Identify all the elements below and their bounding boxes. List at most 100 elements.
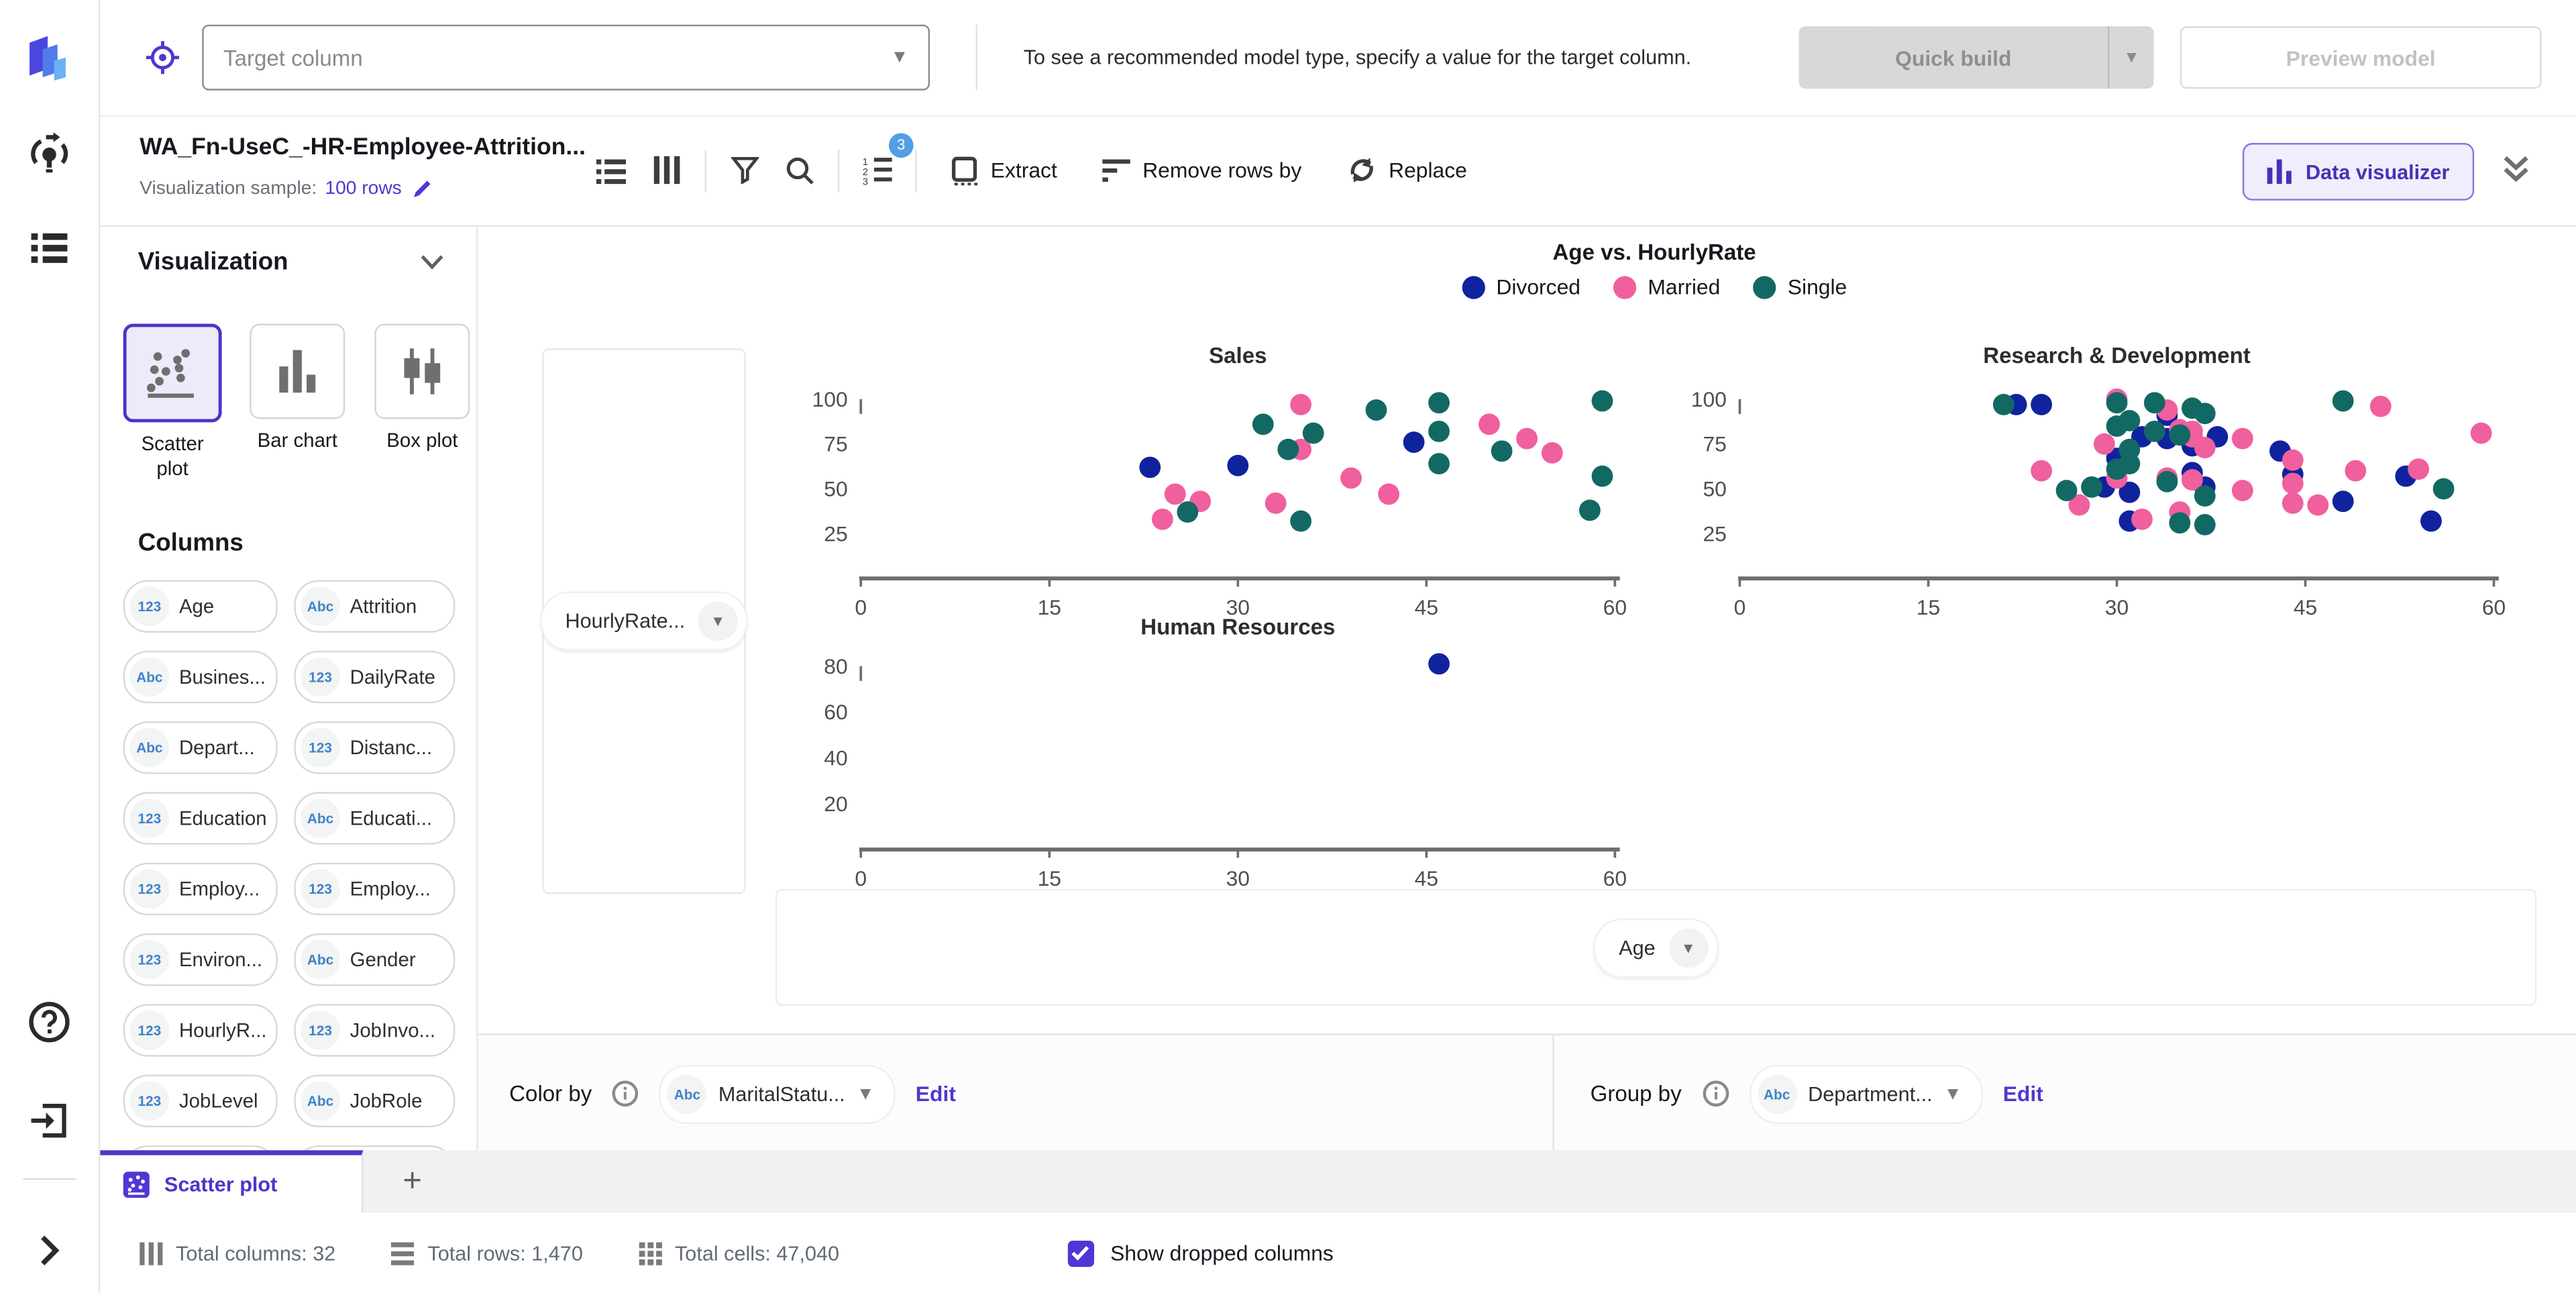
column-pill[interactable]: 123 Employ... <box>123 862 278 916</box>
visualization-sample: Visualization sample: 100 rows <box>140 177 433 200</box>
left-nav-rail <box>0 0 101 1293</box>
svg-text:15: 15 <box>1917 595 1940 619</box>
column-pill[interactable]: Abc Gender <box>294 933 455 986</box>
sort-button[interactable]: 123 3 <box>849 132 914 198</box>
replace-button[interactable]: Replace <box>1348 156 1467 185</box>
column-pill[interactable]: 123 Environ... <box>123 933 278 986</box>
column-type-badge: Abc <box>301 1081 340 1121</box>
column-pill[interactable]: 123 Employ... <box>294 862 455 916</box>
help-nav-icon[interactable] <box>0 998 99 1047</box>
svg-text:Sales: Sales <box>1209 344 1267 368</box>
extract-button[interactable]: Extract <box>950 155 1057 185</box>
group-by-label: Group by <box>1590 1081 1682 1106</box>
svg-text:75: 75 <box>1703 432 1726 456</box>
quick-build-label: Quick build <box>1895 45 2012 70</box>
sample-rows-link[interactable]: 100 rows <box>325 179 401 199</box>
column-name: Educati... <box>350 807 433 830</box>
chevron-down-icon: ▼ <box>890 48 909 68</box>
columns-list: 123 Age Abc Attrition Abc Busines... 123… <box>123 580 455 1151</box>
chevron-down-icon: ▼ <box>856 1084 875 1104</box>
column-name: JobInvo... <box>350 1019 436 1042</box>
svg-text:40: 40 <box>824 745 847 770</box>
column-pill[interactable]: 123 JobSati... <box>123 1145 278 1151</box>
data-visualizer-button[interactable]: Data visualizer <box>2243 143 2475 201</box>
expand-panel-chevron[interactable] <box>0 1229 99 1272</box>
column-pill[interactable]: Abc Depart... <box>123 721 278 774</box>
column-type-badge: 123 <box>129 939 170 980</box>
status-bar: Total columns: 32 Total rows: 1,470 Tota… <box>98 1212 2576 1293</box>
svg-text:2: 2 <box>863 166 868 177</box>
column-pill[interactable]: 123 Education <box>123 792 278 845</box>
column-name: Age <box>178 594 215 618</box>
chevron-down-icon[interactable]: ▼ <box>698 601 738 641</box>
group-by-group: Group by Abc Department... ▼ Edit <box>1552 1035 2576 1152</box>
x-axis-column-pill[interactable]: Age ▼ <box>1594 917 1718 977</box>
column-pill[interactable]: 123 JobLevel <box>123 1074 278 1128</box>
y-axis-column-label: HourlyRate... <box>565 609 686 633</box>
show-dropped-columns-checkbox[interactable] <box>1067 1239 1094 1266</box>
quick-build-button[interactable]: Quick build ▼ <box>1799 26 2154 89</box>
filter-button[interactable] <box>716 142 772 198</box>
info-icon[interactable] <box>1701 1080 1729 1108</box>
column-pill[interactable]: Abc Educati... <box>294 792 455 845</box>
automl-insights-nav-icon[interactable] <box>0 128 99 177</box>
column-pill[interactable]: 123 DailyRate <box>294 650 455 704</box>
toolbar-divider <box>837 148 840 192</box>
group-by-edit-link[interactable]: Edit <box>2003 1081 2043 1106</box>
chevron-down-icon[interactable]: ▼ <box>1668 927 1709 968</box>
collapse-section-chevron-icon[interactable] <box>421 255 443 270</box>
checkmark-icon <box>1072 1245 1090 1261</box>
x-axis-selector-panel: Age ▼ <box>775 888 2537 1006</box>
column-type-badge: 123 <box>129 869 170 909</box>
column-type-badge: Abc <box>1757 1074 1797 1114</box>
chart-type-bar-chart[interactable]: Bar chart <box>248 323 347 481</box>
replace-label: Replace <box>1389 158 1467 183</box>
remove-rows-button[interactable]: Remove rows by <box>1103 158 1301 183</box>
color-by-edit-link[interactable]: Edit <box>916 1081 956 1106</box>
search-button[interactable] <box>772 142 828 198</box>
svg-text:20: 20 <box>824 792 847 816</box>
column-pill[interactable]: Abc Busines... <box>123 650 278 704</box>
group-by-column-pill[interactable]: Abc Department... ▼ <box>1749 1064 1984 1123</box>
toolbar-divider <box>704 148 707 192</box>
preview-model-button[interactable]: Preview model <box>2180 26 2542 89</box>
add-visualization-tab-button[interactable]: + <box>363 1150 462 1212</box>
column-pill[interactable]: 123 Distanc... <box>294 721 455 774</box>
column-type-badge: 123 <box>301 727 340 768</box>
bar-chart-icon <box>2267 159 2292 185</box>
automl-icon <box>31 132 68 173</box>
column-pill[interactable]: Abc JobRole <box>294 1074 455 1128</box>
column-name: Employ... <box>350 877 431 901</box>
column-pill[interactable]: 123 HourlyR... <box>123 1004 278 1057</box>
row-view-button[interactable] <box>583 142 639 198</box>
show-dropped-columns-label: Show dropped columns <box>1110 1240 1334 1265</box>
bar-chart-type-icon <box>279 350 316 393</box>
column-pill[interactable]: 123 JobInvo... <box>294 1004 455 1057</box>
svg-text:3: 3 <box>863 176 868 185</box>
remove-rows-label: Remove rows by <box>1142 158 1302 183</box>
chart-type-scatter-plot[interactable]: Scatter plot <box>123 323 222 481</box>
column-type-badge: 123 <box>129 586 170 627</box>
tab-scatter-plot[interactable]: Scatter plot <box>98 1150 364 1213</box>
column-pill[interactable]: 123 Age <box>123 580 278 633</box>
chart-legend: Divorced Married Single <box>775 274 2533 299</box>
canvas-logo[interactable] <box>0 30 99 89</box>
logout-nav-icon[interactable] <box>0 1096 99 1145</box>
column-pill[interactable]: Abc MaritalS... <box>294 1145 455 1151</box>
quick-build-caret-icon[interactable]: ▼ <box>2108 26 2154 89</box>
info-icon[interactable] <box>612 1080 640 1108</box>
column-view-button[interactable] <box>639 142 695 198</box>
pencil-edit-icon[interactable] <box>410 177 433 200</box>
legend-item: Divorced <box>1461 274 1580 299</box>
datasets-list-nav-icon[interactable] <box>0 223 99 272</box>
visualization-tab-bar: Scatter plot + <box>98 1150 2576 1214</box>
y-axis-column-pill[interactable]: HourlyRate... ▼ <box>540 591 748 651</box>
collapse-double-chevron-icon[interactable] <box>2502 154 2530 192</box>
color-by-column-pill[interactable]: Abc MaritalStatu... ▼ <box>659 1064 896 1123</box>
total-rows-text: Total rows: 1,470 <box>427 1241 583 1265</box>
svg-text:60: 60 <box>1603 866 1627 890</box>
target-column-select[interactable]: Target column ▼ <box>202 24 930 91</box>
svg-text:50: 50 <box>824 476 847 501</box>
column-pill[interactable]: Abc Attrition <box>294 580 455 633</box>
chart-type-box-plot[interactable]: Box plot <box>373 323 472 481</box>
